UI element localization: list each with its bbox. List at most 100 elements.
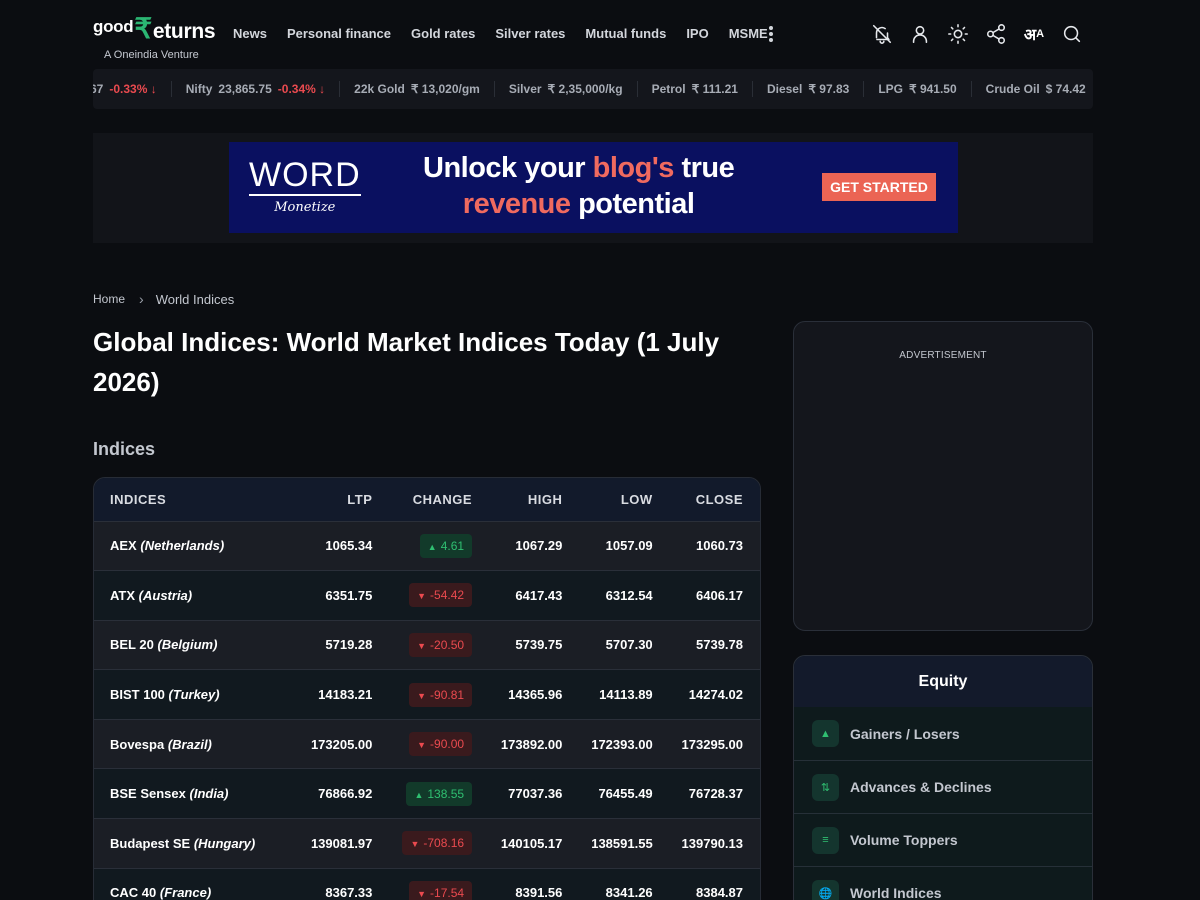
change-value: ▼ -708.16 (389, 818, 490, 869)
high-value: 1067.29 (489, 521, 580, 572)
user-icon[interactable] (908, 22, 932, 46)
index-name[interactable]: Budapest SE (Hungary) (94, 818, 300, 869)
change-value: ▲ 4.61 (389, 521, 490, 572)
column-header-ltp: LTP (299, 478, 390, 522)
more-menu-icon[interactable] (765, 24, 777, 44)
nav-item-personal-finance[interactable]: Personal finance (287, 26, 391, 41)
ticker-item-gold[interactable]: 22k Gold ₹ 13,020/gm (340, 81, 495, 97)
breadcrumb-current: World Indices (155, 291, 235, 307)
table-row[interactable]: BIST 100 (Turkey) 14183.21 ▼ -90.81 14365.96… (94, 669, 760, 720)
ticker-item-crude-oil[interactable]: Crude Oil $ 74.42 (972, 81, 1093, 97)
ticker-item-lpg[interactable]: LPG ₹ 941.50 (864, 81, 972, 97)
ad-banner-slot: WORD Monetize Unlock your blog's true re… (93, 133, 1093, 243)
language-icon[interactable]: अA (1022, 22, 1046, 46)
change-badge: ▼ -54.42 (409, 583, 473, 608)
index-name[interactable]: ATX (Austria) (94, 570, 300, 621)
index-name[interactable]: CAC 40 (France) (94, 868, 300, 900)
change-badge: ▲ 138.55 (406, 781, 473, 806)
high-value: 5739.75 (489, 620, 580, 671)
nav-item-mutual-funds[interactable]: Mutual funds (585, 26, 666, 41)
ltp-value: 76866.92 (299, 768, 390, 820)
nav-item-ipo[interactable]: IPO (686, 26, 708, 41)
change-value: ▲ 138.55 (389, 768, 490, 820)
high-value: 77037.36 (489, 768, 580, 820)
change-badge: ▼ -90.00 (409, 732, 473, 757)
close-value: 14274.02 (669, 669, 760, 720)
index-name[interactable]: BIST 100 (Turkey) (94, 669, 300, 720)
market-ticker: 67 -0.33% ↓ Nifty 23,865.75 -0.34% ↓ 22k… (93, 69, 1093, 109)
column-header-indices: INDICES (94, 478, 300, 522)
breadcrumb: Home › World Indices (93, 291, 234, 307)
low-value: 172393.00 (579, 719, 670, 770)
change-value: ▼ -20.50 (389, 620, 490, 671)
change-value: ▼ -90.81 (389, 669, 490, 720)
bars-icon: ≡ (812, 826, 839, 854)
index-name[interactable]: AEX (Netherlands) (94, 521, 300, 572)
low-value: 8341.26 (579, 868, 670, 900)
ltp-value: 8367.33 (299, 868, 390, 900)
equity-item[interactable]: ⇅ Advances & Declines (794, 760, 1092, 813)
table-row[interactable]: CAC 40 (France) 8367.33 ▼ -17.54 8391.56 8341… (94, 868, 760, 900)
equity-item-label: World Indices (850, 885, 942, 900)
share-icon[interactable] (984, 22, 1008, 46)
triangle-up-icon: ▲ (427, 541, 437, 552)
indices-table: INDICES LTP CHANGE HIGH LOW CLOSE AEX (N… (93, 477, 761, 900)
site-logo[interactable]: good₹eturns A Oneindia Venture (93, 10, 216, 64)
close-value: 139790.13 (669, 818, 760, 869)
ticker-item-petrol[interactable]: Petrol ₹ 111.21 (638, 81, 753, 97)
index-name[interactable]: BEL 20 (Belgium) (94, 620, 300, 671)
search-icon[interactable] (1060, 22, 1084, 46)
table-header-row: INDICES LTP CHANGE HIGH LOW CLOSE (94, 478, 760, 522)
change-value: ▼ -17.54 (389, 868, 490, 900)
equity-item[interactable]: ≡ Volume Toppers (794, 813, 1092, 866)
ticker-item[interactable]: 67 -0.33% ↓ (93, 81, 172, 97)
low-value: 76455.49 (579, 768, 670, 820)
nav-item-msme[interactable]: MSME (729, 26, 768, 41)
logo-wordmark: good₹eturns (93, 13, 216, 44)
ticker-item-diesel[interactable]: Diesel ₹ 97.83 (753, 81, 865, 97)
equity-item-label: Gainers / Losers (850, 725, 960, 742)
equity-item[interactable]: 🌐 World Indices (794, 866, 1092, 900)
change-badge: ▼ -90.81 (409, 682, 473, 707)
low-value: 6312.54 (579, 570, 670, 621)
table-row[interactable]: AEX (Netherlands) 1065.34 ▲ 4.61 1067.29 1057… (94, 521, 760, 572)
change-badge: ▲ 4.61 (419, 533, 473, 558)
table-row[interactable]: Bovespa (Brazil) 173205.00 ▼ -90.00 173892.0… (94, 719, 760, 770)
triangle-down-icon: ▼ (417, 640, 427, 651)
nav-item-gold-rates[interactable]: Gold rates (411, 26, 475, 41)
column-header-change: CHANGE (389, 478, 490, 522)
bell-off-icon[interactable] (870, 22, 894, 46)
up-down-arrows-icon: ⇅ (812, 773, 839, 801)
equity-title: Equity (794, 656, 1092, 707)
nav-item-silver-rates[interactable]: Silver rates (495, 26, 565, 41)
close-value: 6406.17 (669, 570, 760, 621)
chevron-right-icon: › (139, 291, 144, 307)
sun-icon[interactable] (946, 22, 970, 46)
sidebar-advertisement: ADVERTISEMENT (793, 321, 1093, 631)
ad-headline: Unlock your blog's true revenue potentia… (423, 152, 735, 220)
ad-banner[interactable]: WORD Monetize Unlock your blog's true re… (229, 142, 958, 233)
triangle-down-icon: ▼ (417, 690, 427, 701)
equity-item-label: Advances & Declines (850, 779, 992, 795)
ad-get-started-button[interactable]: GET STARTED (822, 173, 936, 201)
ltp-value: 6351.75 (299, 570, 390, 621)
table-row[interactable]: BSE Sensex (India) 76866.92 ▲ 138.55 77037.3… (94, 768, 760, 820)
index-name[interactable]: Bovespa (Brazil) (94, 719, 300, 770)
equity-panel: Equity ▲ Gainers / Losers ⇅ Advances & Decl… (793, 655, 1093, 900)
column-header-high: HIGH (489, 478, 580, 522)
ticker-item-nifty[interactable]: Nifty 23,865.75 -0.34% ↓ (172, 81, 341, 97)
ticker-item-silver[interactable]: Silver ₹ 2,35,000/kg (495, 81, 638, 97)
equity-item[interactable]: ▲ Gainers / Losers (794, 707, 1092, 760)
ltp-value: 14183.21 (299, 669, 390, 720)
close-value: 8384.87 (669, 868, 760, 900)
ltp-value: 1065.34 (299, 521, 390, 572)
table-row[interactable]: BEL 20 (Belgium) 5719.28 ▼ -20.50 5739.75 570… (94, 620, 760, 671)
table-row[interactable]: ATX (Austria) 6351.75 ▼ -54.42 6417.43 6312.5… (94, 570, 760, 621)
column-header-close: CLOSE (669, 478, 760, 522)
change-value: ▼ -54.42 (389, 570, 490, 621)
index-name[interactable]: BSE Sensex (India) (94, 768, 300, 820)
breadcrumb-home[interactable]: Home (93, 292, 125, 306)
table-row[interactable]: Budapest SE (Hungary) 139081.97 ▼ -708.16 14… (94, 818, 760, 869)
change-badge: ▼ -17.54 (409, 880, 473, 900)
nav-item-news[interactable]: News (233, 26, 267, 41)
